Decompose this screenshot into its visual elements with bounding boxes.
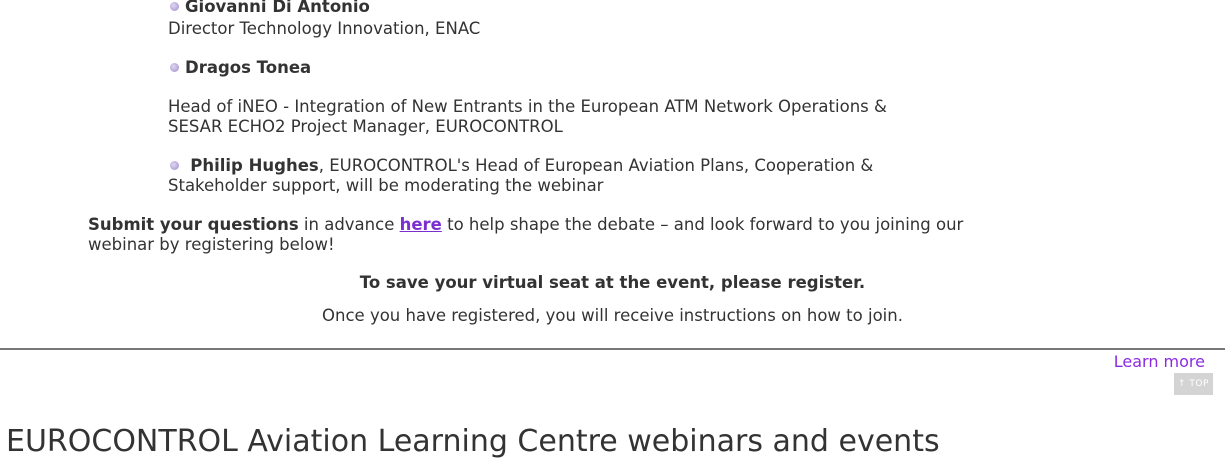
bullet-icon — [170, 161, 179, 170]
submit-questions-text-line2: webinar by registering below! — [88, 235, 335, 254]
submit-questions-text: Submit your questions in advance here to… — [88, 215, 964, 234]
speaker-role: SESAR ECHO2 Project Manager, EUROCONTROL — [168, 117, 563, 136]
bullet-icon — [170, 2, 179, 11]
speaker-role: Director Technology Innovation, ENAC — [168, 19, 481, 38]
section-divider — [0, 348, 1225, 350]
speaker-role: Stakeholder support, will be moderating … — [168, 176, 604, 195]
register-headline: To save your virtual seat at the event, … — [359, 273, 866, 292]
learn-more-link[interactable]: Learn more — [1114, 352, 1205, 372]
speaker-role: Head of iNEO - Integration of New Entran… — [168, 97, 887, 116]
speaker-moderator: Philip Hughes, EUROCONTROL's Head of Eur… — [170, 156, 873, 176]
bullet-icon — [170, 63, 179, 72]
speaker-name: Dragos Tonea — [170, 58, 311, 78]
register-note: Once you have registered, you will recei… — [322, 306, 903, 325]
speaker-name: Giovanni Di Antonio — [170, 0, 370, 17]
back-to-top-button[interactable]: ↑ TOP — [1174, 373, 1213, 395]
questions-link[interactable]: here — [400, 215, 442, 234]
section-heading: EUROCONTROL Aviation Learning Centre web… — [6, 424, 940, 459]
